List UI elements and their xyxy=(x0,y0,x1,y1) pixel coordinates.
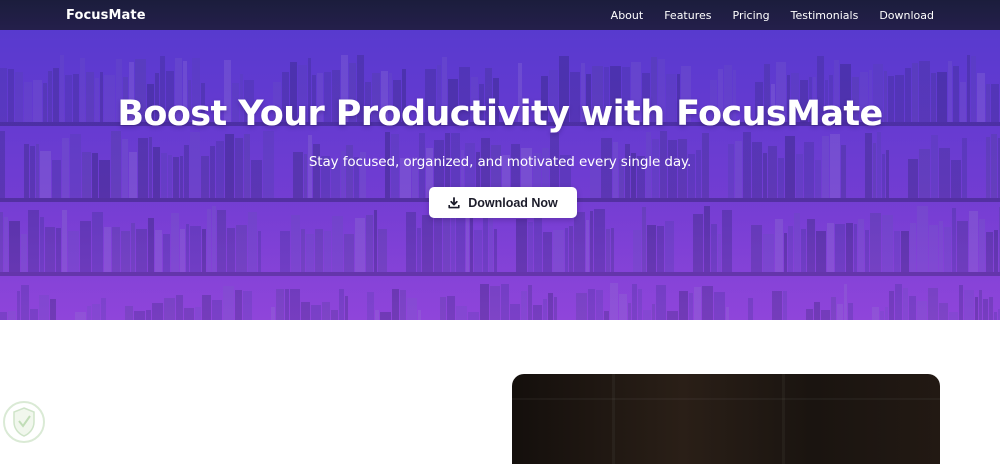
brand-logo[interactable]: FocusMate xyxy=(66,8,146,23)
nav-link-about[interactable]: About xyxy=(611,9,644,22)
feature-media-image xyxy=(512,374,940,464)
top-navbar: FocusMate About Features Pricing Testimo… xyxy=(0,0,1000,30)
hero-section: Boost Your Productivity with FocusMate S… xyxy=(0,30,1000,320)
hero-content: Boost Your Productivity with FocusMate S… xyxy=(0,30,1000,320)
download-now-button[interactable]: Download Now xyxy=(429,187,577,218)
hero-title: Boost Your Productivity with FocusMate xyxy=(117,94,883,134)
shield-badge-icon xyxy=(3,401,45,443)
download-now-label: Download Now xyxy=(468,195,558,210)
hero-subtitle: Stay focused, organized, and motivated e… xyxy=(308,154,692,170)
nav-link-features[interactable]: Features xyxy=(664,9,711,22)
nav-links: About Features Pricing Testimonials Down… xyxy=(590,9,934,22)
nav-link-download[interactable]: Download xyxy=(879,9,934,22)
nav-link-pricing[interactable]: Pricing xyxy=(733,9,770,22)
nav-link-testimonials[interactable]: Testimonials xyxy=(791,9,859,22)
download-icon xyxy=(448,196,460,209)
